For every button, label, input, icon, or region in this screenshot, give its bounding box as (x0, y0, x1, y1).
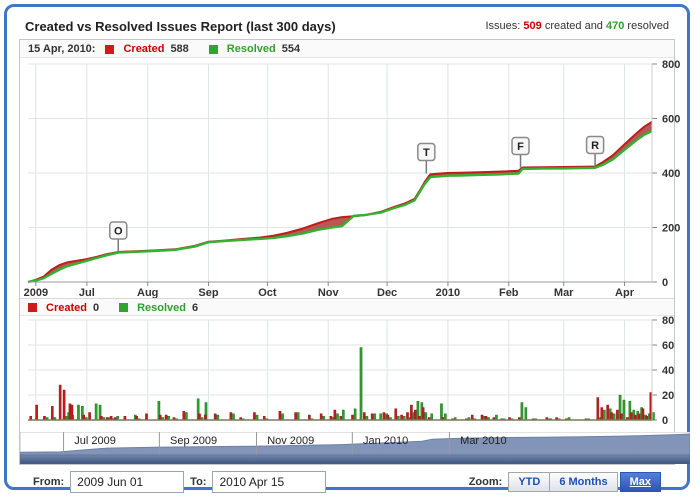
zoom-6months-button[interactable]: 6 Months (550, 472, 617, 492)
created-legend-value: 588 (170, 43, 188, 55)
svg-text:Jan 2010: Jan 2010 (363, 435, 408, 447)
bar-resolved-legend-label[interactable]: Resolved (137, 302, 186, 314)
created-count: 509 (523, 20, 541, 32)
svg-text:R: R (591, 140, 599, 152)
bar-resolved-legend-value: 6 (192, 302, 198, 314)
page-title: Created vs Resolved Issues Report (last … (25, 19, 336, 34)
svg-text:400: 400 (662, 168, 680, 180)
zoom-max-button[interactable]: Max (620, 472, 661, 492)
svg-text:600: 600 (662, 114, 680, 126)
report-header: Created vs Resolved Issues Report (last … (25, 15, 669, 37)
footer-controls: From: To: Zoom: YTD 6 Months Max (19, 467, 675, 497)
navigator-scrollbar[interactable]: Jul 2009 Sep 2009 Nov 2009 Jan 2010 Mar 2010 (20, 432, 690, 464)
bar-chart-legend: Created 0 Resolved 6 (20, 298, 674, 316)
svg-text:Mar 2010: Mar 2010 (460, 435, 506, 447)
svg-text:Aug: Aug (137, 287, 158, 298)
svg-text:Apr: Apr (615, 287, 635, 298)
zoom-ytd-button[interactable]: YTD (508, 472, 550, 492)
resolved-swatch-icon (119, 303, 128, 312)
daily-bar-chart[interactable]: 0 20 40 60 80 (20, 316, 690, 432)
zoom-label: Zoom: (469, 476, 503, 488)
svg-text:2010: 2010 (436, 287, 460, 298)
created-swatch-icon (105, 45, 114, 54)
svg-text:80: 80 (662, 316, 674, 327)
to-label: To: (190, 476, 206, 488)
svg-text:60: 60 (662, 340, 674, 352)
svg-text:Dec: Dec (377, 287, 397, 298)
resolved-legend-value: 554 (282, 43, 300, 55)
date-range-controls: From: To: (19, 471, 326, 493)
from-label: From: (33, 476, 64, 488)
svg-text:0: 0 (662, 415, 668, 427)
summary-suffix: resolved (627, 20, 669, 32)
report-panel: Created vs Resolved Issues Report (last … (4, 4, 690, 490)
summary-mid: created and (545, 20, 603, 32)
svg-text:Nov: Nov (318, 287, 340, 298)
svg-text:O: O (114, 226, 123, 238)
svg-text:0: 0 (662, 277, 668, 289)
main-chart-legend: 15 Apr, 2010: Created 588 Resolved 554 (20, 40, 674, 58)
svg-text:40: 40 (662, 365, 674, 377)
resolved-count: 470 (606, 20, 624, 32)
svg-text:Oct: Oct (258, 287, 277, 298)
svg-text:Sep 2009: Sep 2009 (170, 435, 217, 447)
bar-created-legend-label[interactable]: Created (46, 302, 87, 314)
legend-date: 15 Apr, 2010: (28, 43, 95, 55)
cumulative-chart[interactable]: 0 200 400 600 800 O T F R 2009 Jul Aug Sep Oct Nov Dec 2… (20, 58, 690, 298)
chart-container: 15 Apr, 2010: Created 588 Resolved 554 0… (19, 39, 675, 465)
svg-text:Jul 2009: Jul 2009 (74, 435, 116, 447)
svg-text:800: 800 (662, 59, 680, 71)
svg-text:2009: 2009 (24, 287, 48, 298)
svg-text:Mar: Mar (554, 287, 574, 298)
resolved-legend-label[interactable]: Resolved (227, 43, 276, 55)
svg-text:Jul: Jul (79, 287, 95, 298)
to-date-input[interactable] (212, 471, 326, 493)
created-legend-label[interactable]: Created (123, 43, 164, 55)
bar-created-legend-value: 0 (93, 302, 99, 314)
summary-prefix: Issues: (485, 20, 520, 32)
from-date-input[interactable] (70, 471, 184, 493)
svg-text:20: 20 (662, 390, 674, 402)
svg-text:Sep: Sep (198, 287, 218, 298)
svg-text:T: T (423, 147, 430, 159)
issues-summary: Issues: 509 created and 470 resolved (485, 20, 669, 32)
svg-text:F: F (517, 141, 524, 153)
svg-text:Nov 2009: Nov 2009 (267, 435, 314, 447)
created-swatch-icon (28, 303, 37, 312)
zoom-controls: Zoom: YTD 6 Months Max (469, 472, 675, 492)
svg-text:Feb: Feb (499, 287, 519, 298)
resolved-swatch-icon (209, 45, 218, 54)
svg-text:200: 200 (662, 223, 680, 235)
